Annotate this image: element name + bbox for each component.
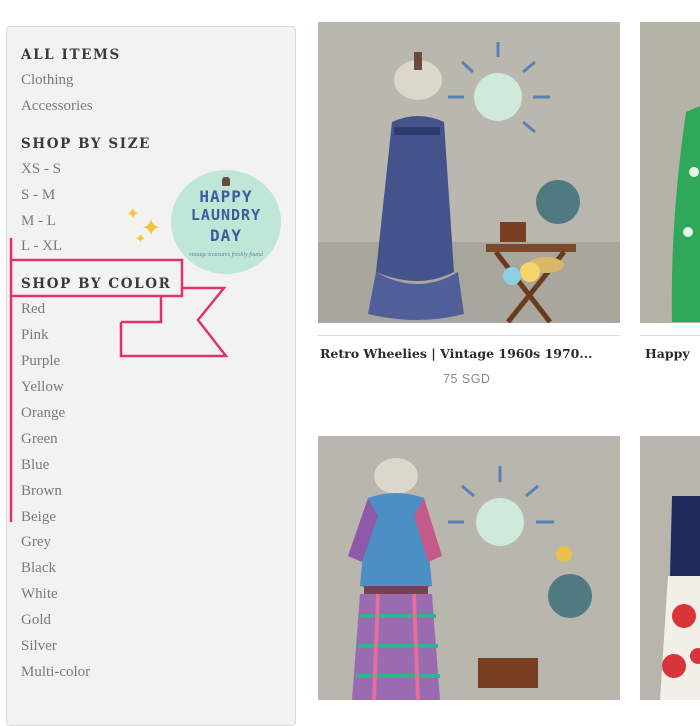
sidebar-link-color-multi-color[interactable]: Multi-color xyxy=(21,664,90,681)
logo-line-happy: HAPPY xyxy=(199,187,253,206)
sidebar-link-color-black[interactable]: Black xyxy=(21,560,56,577)
product-price: 75 SGD xyxy=(443,372,491,386)
product-image[interactable] xyxy=(318,436,620,700)
sidebar-link-color-gold[interactable]: Gold xyxy=(21,612,51,629)
logo-tagline: vintage treasures freshly found xyxy=(189,252,263,258)
product-photo-dress xyxy=(640,436,700,700)
product-image[interactable] xyxy=(640,436,700,700)
dress-form-icon xyxy=(222,177,230,186)
product-title[interactable]: Happy xyxy=(645,346,700,361)
product-photo-dress xyxy=(640,22,700,323)
product-image[interactable] xyxy=(318,22,620,323)
card-divider xyxy=(640,335,700,336)
sidebar-link-color-white[interactable]: White xyxy=(21,586,58,603)
product-photo-dress xyxy=(318,436,620,700)
sidebar-link-color-silver[interactable]: Silver xyxy=(21,638,57,655)
sidebar-link-color-grey[interactable]: Grey xyxy=(21,534,51,551)
sparkle-icon: ✦ xyxy=(126,206,140,223)
sparkle-icon: ✦ xyxy=(135,231,146,246)
happy-laundry-day-logo: HAPPY LAUNDRY DAY vintage treasures fres… xyxy=(171,170,281,274)
logo-line-laundry: LAUNDRY xyxy=(190,206,262,224)
product-photo-dress xyxy=(318,22,620,323)
card-divider xyxy=(318,335,620,336)
logo-line-day: DAY xyxy=(210,226,242,245)
product-title[interactable]: Retro Wheelies | Vintage 1960s 1970... xyxy=(320,346,620,361)
product-image[interactable] xyxy=(640,22,700,323)
